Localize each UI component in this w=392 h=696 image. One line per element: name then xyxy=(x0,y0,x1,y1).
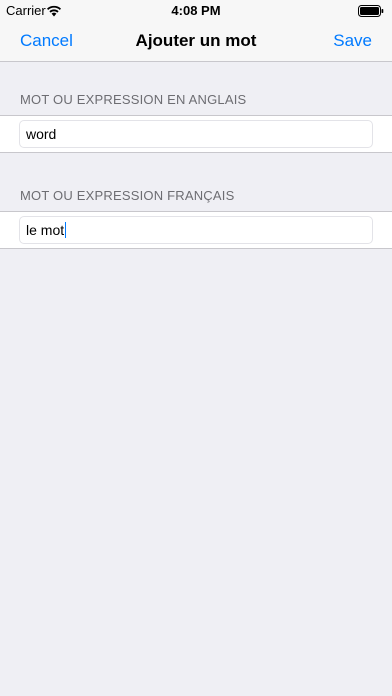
french-section-cell: le mot xyxy=(0,211,392,249)
english-section-header: MOT OU EXPRESSION EN ANGLAIS xyxy=(20,92,247,107)
battery-icon xyxy=(358,5,384,17)
french-word-field[interactable]: le mot xyxy=(19,216,373,244)
save-button[interactable]: Save xyxy=(333,31,372,51)
english-word-field[interactable]: word xyxy=(19,120,373,148)
status-bar: Carrier 4:08 PM xyxy=(0,0,392,22)
status-time: 4:08 PM xyxy=(171,3,221,18)
english-word-value: word xyxy=(26,126,57,142)
navigation-bar: Cancel Ajouter un mot Save xyxy=(0,22,392,62)
french-section-header: MOT OU EXPRESSION FRANÇAIS xyxy=(20,188,235,203)
english-section-cell: word xyxy=(0,115,392,153)
french-word-value: le mot xyxy=(26,222,65,238)
text-cursor xyxy=(65,222,67,238)
